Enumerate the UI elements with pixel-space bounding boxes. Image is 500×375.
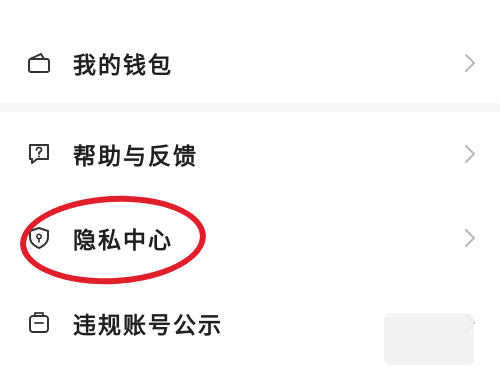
menu-item-wallet[interactable]: 我的钱包 (0, 33, 500, 93)
chevron-right-icon (465, 145, 475, 163)
settings-screen: 我的钱包 帮助与反馈 隐私中心 违规账号公示 (0, 0, 500, 375)
help-feedback-icon (29, 144, 49, 164)
chevron-right-icon (465, 54, 475, 72)
menu-group-wallet: 我的钱包 (0, 0, 500, 103)
violation-notice-icon (29, 312, 49, 333)
privacy-shield-icon (29, 227, 49, 249)
menu-item-label: 帮助与反馈 (73, 144, 198, 170)
chevron-right-icon (465, 229, 475, 247)
menu-item-help-feedback[interactable]: 帮助与反馈 (0, 124, 500, 184)
blurred-overlay (384, 313, 474, 365)
menu-item-privacy-center[interactable]: 隐私中心 (0, 208, 500, 268)
menu-item-label: 隐私中心 (73, 228, 173, 254)
wallet-icon (28, 53, 50, 73)
menu-item-label: 违规账号公示 (73, 313, 223, 339)
menu-item-label: 我的钱包 (73, 53, 173, 79)
